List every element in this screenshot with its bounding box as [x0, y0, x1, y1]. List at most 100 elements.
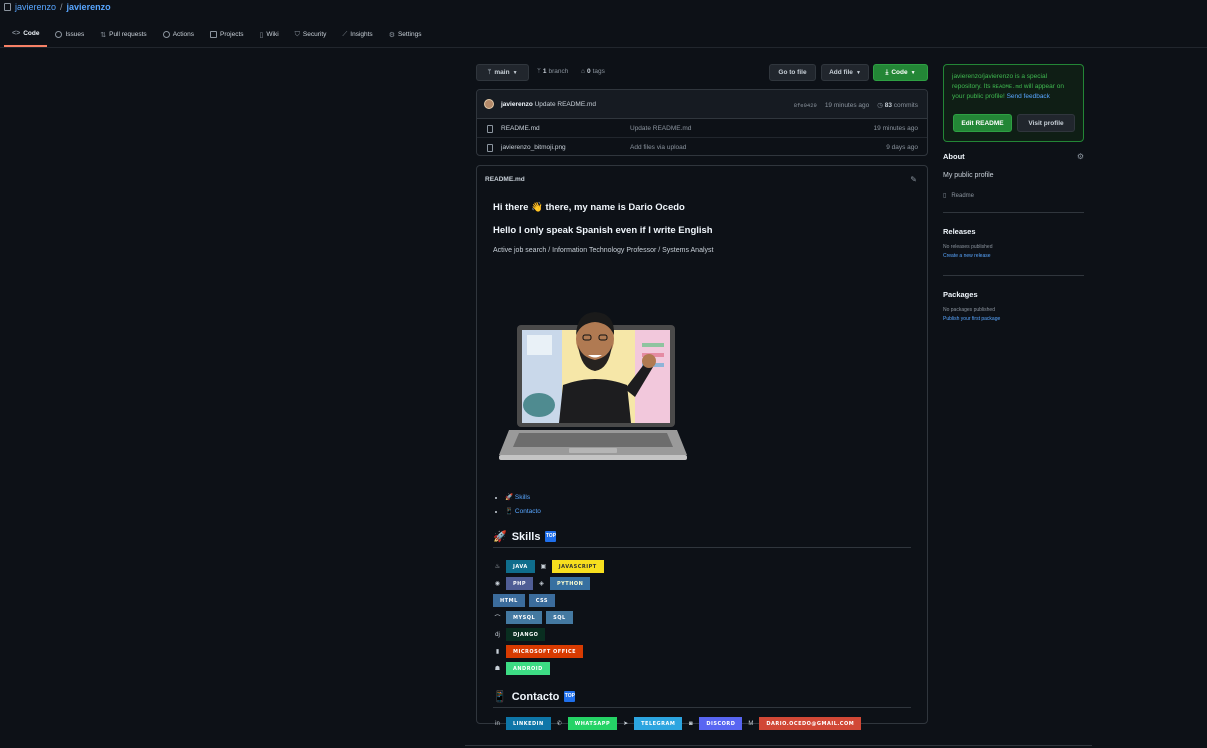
readme-subtitle: Hello I only speak Spanish even if I wri… — [493, 225, 713, 236]
tag-icon: ⌂ — [581, 68, 585, 75]
branch-count-label: branch — [548, 68, 569, 75]
callout-text: javierenzo/javierenzo is a special repos… — [952, 72, 1075, 102]
list-item: 🚀 Skills — [505, 493, 541, 507]
repo-title: javierenzo / javierenzo — [4, 2, 111, 12]
pull-request-icon: ⇅ — [100, 31, 107, 39]
tab-label: Insights — [350, 31, 373, 38]
publish-package-link[interactable]: Publish your first package — [943, 316, 1000, 322]
badge-logo-icon: ◉ — [494, 581, 501, 587]
phone-icon: 📱 — [493, 691, 507, 703]
releases-heading[interactable]: Releases — [943, 227, 1084, 236]
packages-heading[interactable]: Packages — [943, 290, 1084, 299]
tab-settings[interactable]: ⚙ Settings — [381, 26, 430, 47]
readme-link-label: Readme — [951, 192, 974, 199]
commit-author[interactable]: javierenzo — [501, 101, 533, 108]
create-release-link[interactable]: Create a new release — [943, 253, 991, 259]
skill-badge: SQL — [546, 611, 573, 624]
contact-logo-icon: M — [748, 720, 754, 727]
skill-badge: JAVASCRIPT — [551, 560, 604, 573]
about-heading: About — [943, 152, 965, 161]
no-packages-text: No packages published — [943, 307, 995, 313]
readme-panel: README.md ✎ Hi there 👋 there, my name is… — [476, 165, 928, 730]
readme-header: README.md ✎ — [477, 166, 927, 193]
list-item: 📱 Contacto — [505, 507, 541, 521]
tab-security[interactable]: ⛉ Security — [287, 26, 335, 47]
back-to-top-icon[interactable]: TOP — [564, 691, 576, 702]
skill-badge: JAVA — [506, 560, 535, 573]
tab-label: Pull requests — [109, 31, 147, 38]
download-icon: ⤓ — [885, 68, 889, 76]
branch-icon: ᛘ — [487, 69, 492, 76]
branches-link[interactable]: ᛘ 1 branch — [537, 68, 568, 75]
commit-message[interactable]: Update README.md — [535, 101, 596, 108]
tag-count-label: tags — [592, 68, 605, 75]
code-button[interactable]: ⤓ Code ▼ — [873, 64, 928, 81]
contact-badges: in LINKEDIN ✆ WHATSAPP ➤ TELEGRAM ◙ DISCORD M DAR… — [493, 715, 862, 732]
add-file-label: Add file — [829, 69, 853, 76]
file-commit-message[interactable]: Add files via upload — [630, 144, 686, 151]
send-feedback-link[interactable]: Send feedback — [1007, 93, 1050, 100]
repo-icon — [4, 3, 11, 11]
avatar[interactable] — [484, 99, 494, 109]
commit-age: 19 minutes ago — [824, 101, 870, 109]
file-name[interactable]: README.md — [501, 125, 540, 132]
badge-logo-icon: dj — [495, 631, 500, 638]
file-commit-message[interactable]: Update README.md — [630, 125, 691, 132]
divider — [943, 212, 1084, 213]
tab-wiki[interactable]: ▯ Wiki — [252, 26, 287, 47]
gear-icon[interactable]: ⚙ — [1077, 152, 1084, 161]
tab-label: Code — [23, 30, 40, 37]
releases-section: Releases No releases published Create a … — [943, 227, 1084, 267]
repo-owner-link[interactable]: javierenzo — [15, 2, 56, 12]
tab-code[interactable]: <> Code — [4, 26, 48, 47]
edit-readme-button[interactable]: Edit README — [953, 114, 1012, 132]
pencil-icon[interactable]: ✎ — [910, 175, 917, 184]
tab-pull-requests[interactable]: ⇅ Pull requests — [92, 26, 154, 47]
tab-label: Projects — [220, 31, 244, 38]
commits-link[interactable]: ◷ 83 commits — [877, 101, 918, 109]
repo-name-link[interactable]: javierenzo — [67, 2, 111, 12]
file-list: javierenzo Update README.md 8fe0429 19 m… — [476, 89, 928, 156]
packages-section: Packages No packages published Publish y… — [943, 290, 1084, 330]
tab-label: Settings — [397, 31, 422, 38]
go-to-file-button[interactable]: Go to file — [769, 64, 816, 81]
contact-badge[interactable]: WHATSAPP — [567, 717, 618, 730]
badge-logo-icon: ▣ — [540, 564, 547, 570]
back-to-top-icon[interactable]: TOP — [545, 531, 557, 542]
footer-divider — [465, 745, 1092, 746]
tab-label: Wiki — [266, 31, 279, 38]
tab-insights[interactable]: ⟋ Insights — [334, 26, 380, 47]
skills-heading: 🚀 Skills TOP — [493, 530, 911, 548]
tags-link[interactable]: ⌂ 0 tags — [581, 68, 605, 75]
file-row[interactable]: javierenzo_bitmoji.png Add files via upl… — [477, 138, 927, 155]
commit-hash[interactable]: 8fe0429 — [794, 102, 817, 109]
code-button-label: Code — [891, 69, 908, 76]
visit-profile-button[interactable]: Visit profile — [1017, 114, 1075, 132]
branch-select-button[interactable]: ᛘ main ▼ — [476, 64, 529, 81]
about-section: About ⚙ My public profile ▯ Readme — [943, 152, 1084, 202]
graph-icon: ⟋ — [342, 30, 348, 38]
add-file-button[interactable]: Add file ▼ — [821, 64, 869, 81]
file-row[interactable]: README.md Update README.md 19 minutes ag… — [477, 119, 927, 138]
contact-badge[interactable]: DISCORD — [699, 717, 743, 730]
badge-logo-icon: ♨ — [494, 564, 501, 570]
toc-link-skills[interactable]: Skills — [515, 494, 530, 501]
readme-greeting: Hi there 👋 there, my name is Dario Ocedo — [493, 202, 685, 213]
tab-label: Actions — [172, 31, 195, 38]
contact-heading-text: Contacto — [511, 690, 560, 703]
tab-issues[interactable]: Issues — [47, 26, 92, 47]
contact-badge[interactable]: LINKEDIN — [506, 717, 551, 730]
tab-label: Issues — [65, 31, 85, 38]
contact-badge[interactable]: DARIO.OCEDO@GMAIL.COM — [759, 717, 862, 730]
branch-icon: ᛘ — [537, 68, 541, 75]
readme-link[interactable]: ▯ Readme — [943, 192, 974, 200]
tab-actions[interactable]: Actions — [155, 26, 202, 47]
contact-badge[interactable]: TELEGRAM — [634, 717, 683, 730]
toc-link-contacto[interactable]: Contacto — [515, 508, 541, 515]
badge-row: ☗ ANDROID — [493, 660, 604, 677]
badge-row: ◉ PHP ◈ PYTHON — [493, 575, 604, 592]
tab-projects[interactable]: Projects — [202, 26, 251, 47]
commit-summary: javierenzo Update README.md — [501, 101, 596, 108]
repo-tabs: <> Code Issues ⇅ Pull requests Actions Pro… — [4, 26, 429, 47]
file-name[interactable]: javierenzo_bitmoji.png — [501, 144, 566, 151]
